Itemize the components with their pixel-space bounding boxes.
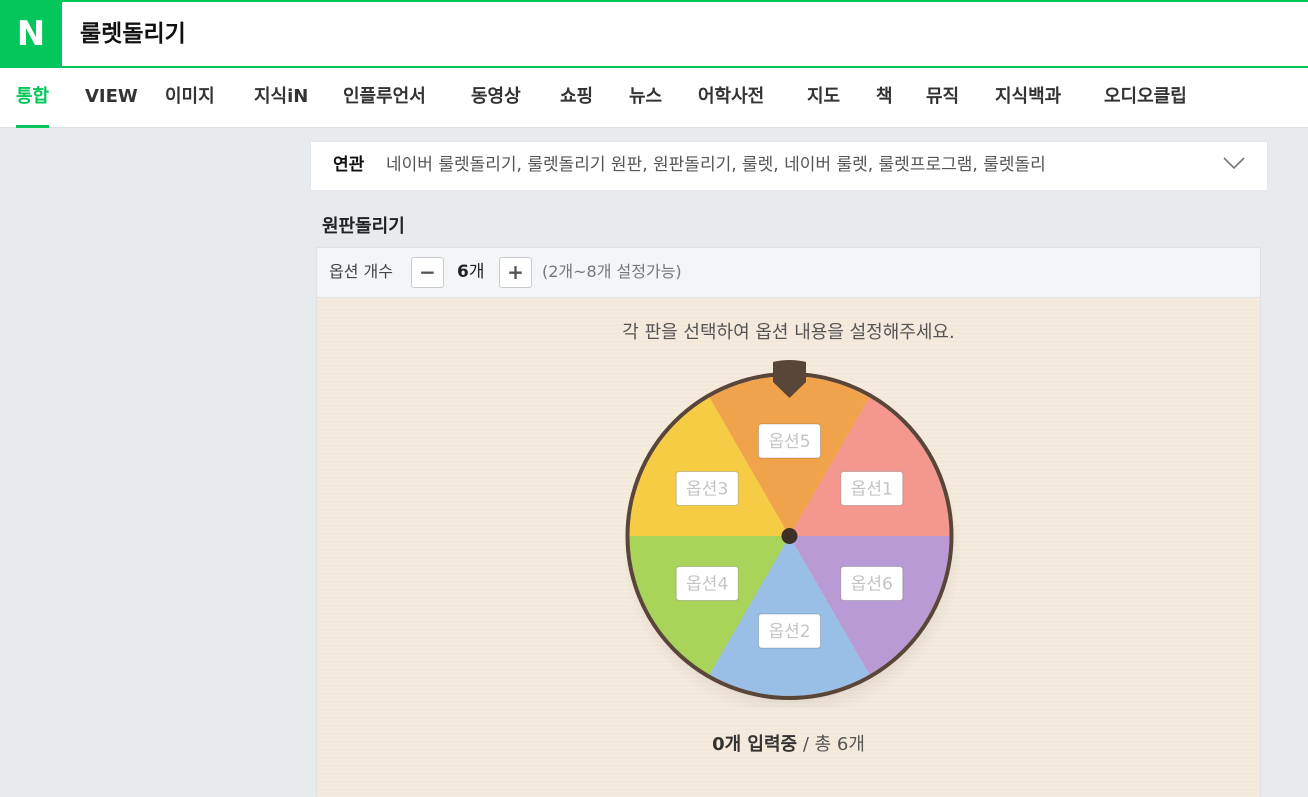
tab-dictionary[interactable]: 어학사전 — [698, 68, 764, 128]
roulette-board: 각 판을 선택하여 옵션 내용을 설정해주세요. 옵션1 옵션6 옵션2 옵션4 옵션3… — [317, 298, 1260, 797]
search-query[interactable]: 룰렛돌리기 — [80, 2, 186, 66]
segment-label: 옵션1 — [851, 480, 893, 500]
related-keywords[interactable]: 네이버 룰렛돌리기, 룰렛돌리기 원판, 원판돌리기, 룰렛, 네이버 룰렛, … — [386, 142, 1046, 188]
option-count-control: 옵션 개수 − 6개 + (2개~8개 설정가능) — [317, 248, 1260, 298]
tab-integrated[interactable]: 통합 — [16, 68, 50, 128]
search-tabs: 통합 VIEW 이미지 지식iN 인플루언서 동영상 쇼핑 뉴스 어학사전 지도… — [0, 68, 1308, 128]
input-status: 0개 입력중 / 총 6개 — [712, 734, 865, 755]
segment-label: 옵션6 — [851, 575, 893, 595]
tab-book[interactable]: 책 — [876, 68, 893, 128]
segment-label: 옵션5 — [768, 432, 810, 452]
option-count-label: 옵션 개수 — [329, 262, 393, 281]
tab-shopping[interactable]: 쇼핑 — [560, 68, 593, 128]
search-header: N 룰렛돌리기 — [0, 0, 1308, 68]
chevron-down-icon[interactable] — [1223, 156, 1245, 170]
segment-label: 옵션2 — [768, 622, 810, 642]
range-note: (2개~8개 설정가능) — [542, 262, 682, 281]
related-searches: 연관 네이버 룰렛돌리기, 룰렛돌리기 원판, 원판돌리기, 룰렛, 네이버 룰… — [310, 141, 1268, 191]
tab-music[interactable]: 뮤직 — [926, 68, 959, 128]
tab-influencer[interactable]: 인플루언서 — [343, 68, 426, 128]
tab-kin[interactable]: 지식iN — [254, 68, 308, 128]
roulette-panel: 옵션 개수 − 6개 + (2개~8개 설정가능) 각 판을 선택하여 옵션 내… — [316, 247, 1261, 797]
decrease-button[interactable]: − — [411, 257, 444, 288]
tab-view[interactable]: VIEW — [85, 68, 138, 128]
tab-encyclopedia[interactable]: 지식백과 — [995, 68, 1061, 128]
tab-image[interactable]: 이미지 — [165, 68, 215, 128]
increase-button[interactable]: + — [499, 257, 532, 288]
tab-audioclip[interactable]: 오디오클립 — [1104, 68, 1187, 128]
related-title: 연관 — [333, 155, 365, 175]
roulette-wheel[interactable]: 옵션1 옵션6 옵션2 옵션4 옵션3 옵션5 — [617, 358, 962, 708]
tab-map[interactable]: 지도 — [807, 68, 840, 128]
tab-video[interactable]: 동영상 — [471, 68, 521, 128]
instruction-text: 각 판을 선택하여 옵션 내용을 설정해주세요. — [622, 322, 955, 343]
segment-label: 옵션4 — [686, 575, 728, 595]
naver-logo[interactable]: N — [0, 2, 62, 66]
segment-label: 옵션3 — [686, 480, 728, 500]
roulette-title: 원판돌리기 — [322, 216, 405, 237]
wheel-center-pin — [781, 528, 798, 544]
option-count-value: 6개 — [457, 262, 485, 282]
tab-news[interactable]: 뉴스 — [629, 68, 662, 128]
